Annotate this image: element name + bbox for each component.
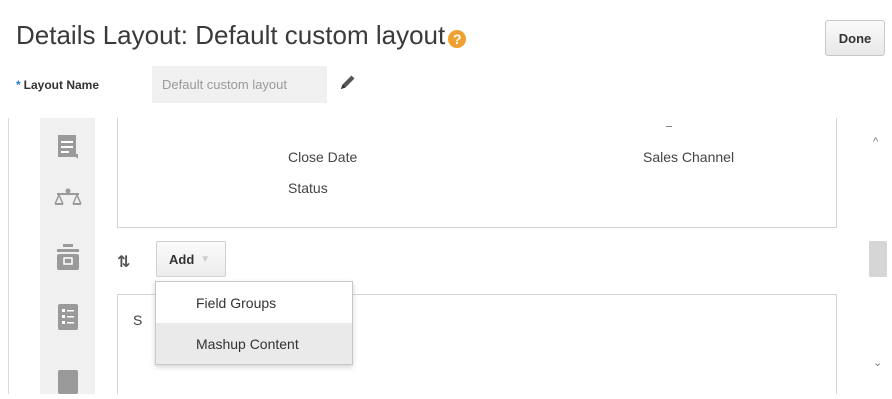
pencil-icon[interactable]	[338, 72, 358, 97]
palette-rail	[40, 118, 95, 394]
add-dropdown-menu: Field Groups Mashup Content	[155, 281, 353, 365]
menu-item-mashup-content[interactable]: Mashup Content	[156, 323, 352, 364]
chevron-down-icon: ▼	[200, 253, 211, 265]
briefcase-icon[interactable]	[55, 243, 81, 276]
field-sales-channel[interactable]: Sales Channel	[643, 149, 734, 165]
scroll-up-icon[interactable]: ^	[873, 136, 878, 148]
field-separator	[666, 126, 672, 127]
required-marker: *	[16, 78, 21, 92]
field-status[interactable]: Status	[288, 180, 328, 196]
help-icon[interactable]: ?	[448, 29, 467, 48]
page-title: Details Layout: Default custom layout	[16, 20, 446, 50]
left-divider	[8, 118, 9, 394]
page-title-wrap: Details Layout: Default custom layout ?	[16, 20, 467, 51]
field-close-date[interactable]: Close Date	[288, 149, 357, 165]
scrollbar-thumb[interactable]	[869, 241, 887, 277]
field-group-section	[117, 118, 837, 228]
layout-name-label-text: Layout Name	[23, 78, 100, 92]
checklist-icon[interactable]	[57, 303, 79, 336]
card-icon[interactable]	[57, 370, 79, 399]
section-fragment-text: S	[133, 312, 143, 328]
scales-icon[interactable]	[53, 188, 82, 215]
menu-item-field-groups[interactable]: Field Groups	[156, 282, 352, 323]
done-button[interactable]: Done	[825, 20, 885, 56]
layout-name-input[interactable]: Default custom layout	[152, 66, 327, 103]
layout-name-label: * Layout Name	[16, 78, 99, 92]
scroll-down-icon[interactable]: ⌄	[873, 356, 882, 369]
document-icon[interactable]	[57, 134, 79, 165]
add-button-label: Add	[169, 251, 195, 267]
sort-icon[interactable]: ⇅	[117, 252, 130, 272]
add-button[interactable]: Add ▼	[156, 241, 226, 277]
